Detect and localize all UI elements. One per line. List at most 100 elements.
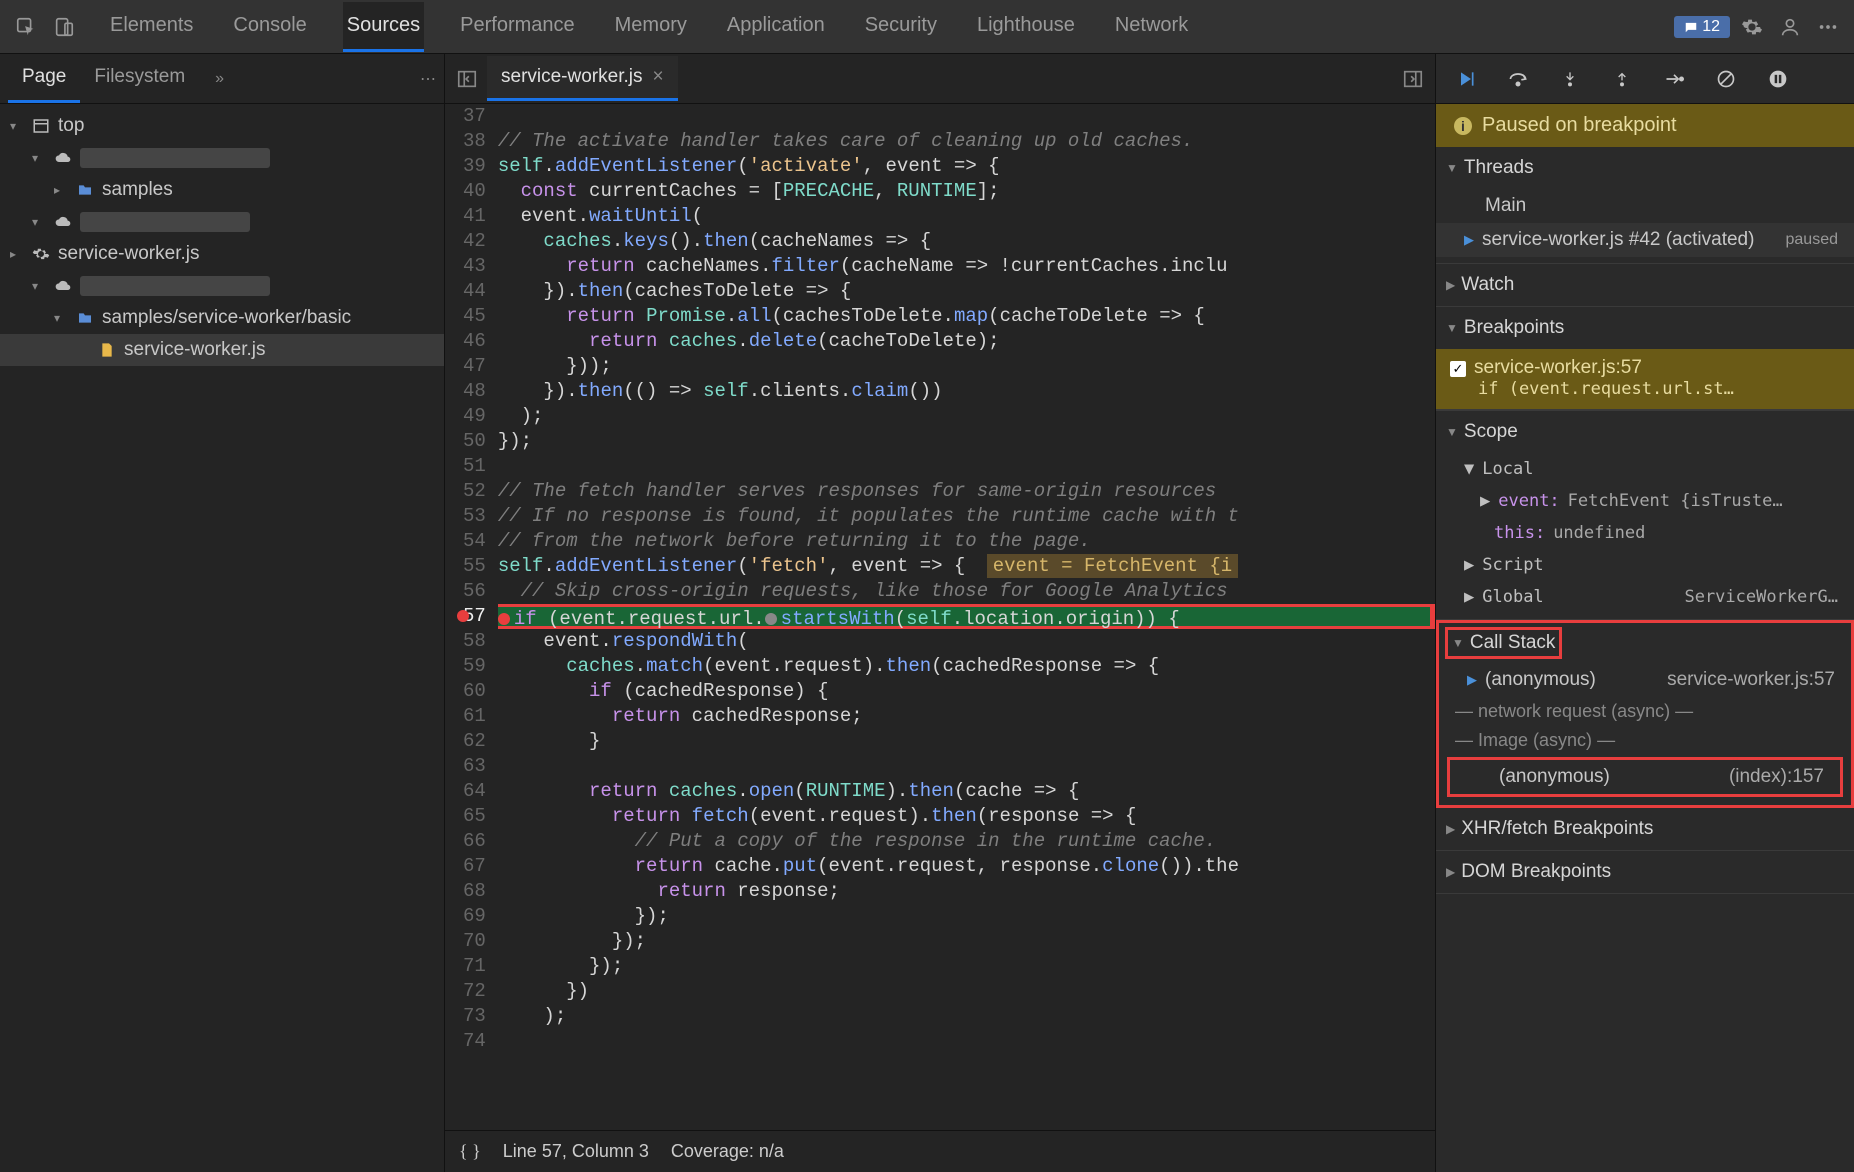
tab-performance[interactable]: Performance — [456, 2, 579, 52]
toggle-debugger-icon[interactable] — [1399, 65, 1427, 93]
step-over-icon[interactable] — [1506, 67, 1530, 91]
code-line[interactable]: return fetch(event.request).then(respons… — [498, 804, 1435, 829]
pause-exceptions-icon[interactable] — [1766, 67, 1790, 91]
code-line[interactable]: })); — [498, 354, 1435, 379]
more-tabs-icon[interactable]: » — [207, 70, 232, 88]
watch-header[interactable]: ▶Watch — [1436, 264, 1854, 306]
code-line[interactable]: }); — [498, 429, 1435, 454]
code-line[interactable] — [498, 104, 1435, 129]
file-tree[interactable]: ▾top▾▸samples▾▸service-worker.js▾▾sample… — [0, 104, 444, 1172]
code-editor[interactable]: 3738394041424344454647484950515253545556… — [445, 104, 1435, 1130]
thread-item[interactable]: Main — [1436, 189, 1854, 223]
step-into-icon[interactable] — [1558, 67, 1582, 91]
step-icon[interactable] — [1662, 67, 1686, 91]
code-line[interactable]: return cachedResponse; — [498, 704, 1435, 729]
code-line[interactable]: self.addEventListener('activate', event … — [498, 154, 1435, 179]
file-tab[interactable]: service-worker.js × — [487, 56, 678, 101]
code-line[interactable]: return caches.open(RUNTIME).then(cache =… — [498, 779, 1435, 804]
resume-icon[interactable] — [1454, 67, 1478, 91]
code-line[interactable]: event.waitUntil( — [498, 204, 1435, 229]
close-tab-icon[interactable]: × — [652, 66, 663, 88]
code-line[interactable]: caches.keys().then(cacheNames => { — [498, 229, 1435, 254]
navigator-more-icon[interactable]: ⋯ — [420, 69, 436, 89]
code-line[interactable]: // The activate handler takes care of cl… — [498, 129, 1435, 154]
device-toggle-icon[interactable] — [48, 11, 80, 43]
code-line[interactable]: const currentCaches = [PRECACHE, RUNTIME… — [498, 179, 1435, 204]
issues-count: 12 — [1702, 18, 1720, 36]
tab-network[interactable]: Network — [1111, 2, 1192, 52]
breakpoint-checkbox[interactable]: ✓ — [1450, 361, 1466, 377]
code-line[interactable]: event.respondWith( — [498, 629, 1435, 654]
settings-icon[interactable] — [1736, 11, 1768, 43]
code-line[interactable]: return caches.delete(cacheToDelete); — [498, 329, 1435, 354]
account-icon[interactable] — [1774, 11, 1806, 43]
tab-sources[interactable]: Sources — [343, 2, 424, 52]
code-line[interactable]: if (cachedResponse) { — [498, 679, 1435, 704]
code-line[interactable]: self.addEventListener('fetch', event => … — [498, 554, 1435, 579]
stack-frame[interactable]: (anonymous)(index):157 — [1447, 757, 1843, 797]
callstack-header[interactable]: ▼Call Stack — [1445, 627, 1562, 659]
scope-global[interactable]: ▶ GlobalServiceWorkerG… — [1436, 581, 1854, 613]
tab-application[interactable]: Application — [723, 2, 829, 52]
tree-item[interactable]: ▾ — [0, 270, 444, 302]
scope-script[interactable]: ▶ Script — [1436, 549, 1854, 581]
tab-security[interactable]: Security — [861, 2, 941, 52]
scope-var-this: this: undefined — [1436, 517, 1854, 549]
code-line[interactable]: // from the network before returning it … — [498, 529, 1435, 554]
xhr-breakpoints-header[interactable]: ▶XHR/fetch Breakpoints — [1436, 808, 1854, 850]
code-line[interactable] — [498, 454, 1435, 479]
tab-lighthouse[interactable]: Lighthouse — [973, 2, 1079, 52]
code-line[interactable]: }); — [498, 954, 1435, 979]
code-line[interactable]: return response; — [498, 879, 1435, 904]
scope-local[interactable]: ▼ Local — [1436, 453, 1854, 485]
code-line[interactable]: ); — [498, 1004, 1435, 1029]
code-line[interactable]: if (event.request.url.startsWith(self.lo… — [498, 604, 1435, 629]
deactivate-breakpoints-icon[interactable] — [1714, 67, 1738, 91]
code-line[interactable]: ); — [498, 404, 1435, 429]
code-line[interactable] — [498, 754, 1435, 779]
tree-item[interactable]: ▸service-worker.js — [0, 238, 444, 270]
thread-item[interactable]: ▶service-worker.js #42 (activated)paused — [1436, 223, 1854, 257]
threads-header[interactable]: ▼Threads — [1436, 147, 1854, 189]
tree-item[interactable]: service-worker.js — [0, 334, 444, 366]
breakpoint-item[interactable]: ✓service-worker.js:57 if (event.request.… — [1436, 349, 1854, 410]
code-line[interactable]: }).then(cachesToDelete => { — [498, 279, 1435, 304]
code-line[interactable]: }); — [498, 929, 1435, 954]
code-line[interactable]: // If no response is found, it populates… — [498, 504, 1435, 529]
tree-item[interactable]: ▾top — [0, 110, 444, 142]
tab-elements[interactable]: Elements — [106, 2, 197, 52]
tree-item[interactable]: ▾ — [0, 206, 444, 238]
tree-item[interactable]: ▾ — [0, 142, 444, 174]
code-line[interactable]: }); — [498, 904, 1435, 929]
code-line[interactable]: // The fetch handler serves responses fo… — [498, 479, 1435, 504]
code-line[interactable]: // Skip cross-origin requests, like thos… — [498, 579, 1435, 604]
stack-frame[interactable]: ▶(anonymous)service-worker.js:57 — [1439, 663, 1851, 697]
pretty-print-icon[interactable]: { } — [459, 1141, 481, 1162]
scope-var-event[interactable]: ▶ event: FetchEvent {isTruste… — [1436, 485, 1854, 517]
navigator-tab-page[interactable]: Page — [8, 54, 80, 103]
code-line[interactable] — [498, 1029, 1435, 1054]
more-icon[interactable] — [1812, 11, 1844, 43]
step-out-icon[interactable] — [1610, 67, 1634, 91]
code-line[interactable]: }) — [498, 979, 1435, 1004]
debugger-panel: i Paused on breakpoint ▼Threads Main▶ser… — [1436, 54, 1854, 1172]
tree-item[interactable]: ▸samples — [0, 174, 444, 206]
scope-header[interactable]: ▼Scope — [1436, 411, 1854, 453]
code-line[interactable]: return cacheNames.filter(cacheName => !c… — [498, 254, 1435, 279]
tab-memory[interactable]: Memory — [611, 2, 691, 52]
code-line[interactable]: }).then(() => self.clients.claim()) — [498, 379, 1435, 404]
breakpoints-header[interactable]: ▼Breakpoints — [1436, 307, 1854, 349]
toggle-navigator-icon[interactable] — [453, 65, 481, 93]
inspect-icon[interactable] — [10, 11, 42, 43]
issues-badge[interactable]: 12 — [1674, 16, 1730, 38]
tab-console[interactable]: Console — [229, 2, 310, 52]
code-line[interactable]: } — [498, 729, 1435, 754]
dom-breakpoints-header[interactable]: ▶DOM Breakpoints — [1436, 851, 1854, 893]
navigator-tab-filesystem[interactable]: Filesystem — [80, 54, 199, 103]
code-line[interactable]: return Promise.all(cachesToDelete.map(ca… — [498, 304, 1435, 329]
coverage-status: Coverage: n/a — [671, 1141, 784, 1162]
tree-item[interactable]: ▾samples/service-worker/basic — [0, 302, 444, 334]
code-line[interactable]: return cache.put(event.request, response… — [498, 854, 1435, 879]
code-line[interactable]: caches.match(event.request).then(cachedR… — [498, 654, 1435, 679]
code-line[interactable]: // Put a copy of the response in the run… — [498, 829, 1435, 854]
